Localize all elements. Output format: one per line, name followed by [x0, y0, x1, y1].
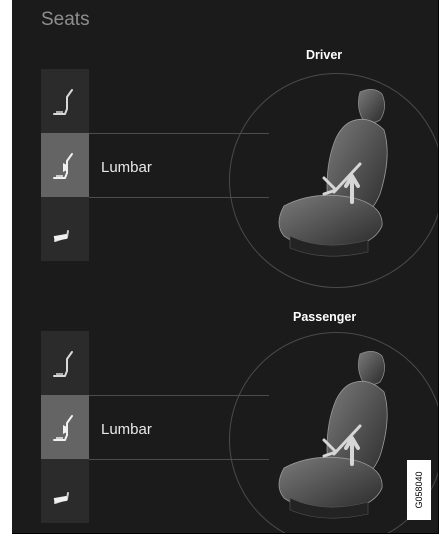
lumbar-icon	[53, 153, 73, 179]
divider	[89, 459, 269, 460]
passenger-lumbar-label: Lumbar	[101, 421, 152, 438]
driver-seat-illustration	[278, 89, 388, 257]
passenger-lumbar-button[interactable]	[41, 395, 89, 459]
seat-cushion-icon	[53, 230, 69, 242]
passenger-label: Passenger	[293, 310, 357, 324]
seat-back-icon	[53, 89, 73, 115]
divider	[89, 197, 269, 198]
lumbar-icon	[53, 415, 73, 441]
driver-lumbar-label: Lumbar	[101, 159, 152, 176]
seat-cushion-icon	[53, 492, 69, 504]
driver-cushion-button[interactable]	[41, 197, 89, 261]
passenger-backrest-button[interactable]	[41, 331, 89, 395]
passenger-seat-illustration	[278, 351, 388, 519]
driver-label: Driver	[306, 48, 343, 62]
image-code: G058040	[407, 460, 431, 520]
seat-back-icon	[53, 351, 73, 377]
seats-screen: Seats Driver Lumbar Passenger Lumbar	[12, 0, 439, 534]
driver-backrest-button[interactable]	[41, 69, 89, 133]
driver-lumbar-button[interactable]	[41, 133, 89, 197]
divider	[89, 133, 269, 134]
image-code-text: G058040	[414, 471, 424, 509]
divider	[89, 395, 269, 396]
passenger-cushion-button[interactable]	[41, 459, 89, 523]
page-title: Seats	[41, 9, 90, 30]
